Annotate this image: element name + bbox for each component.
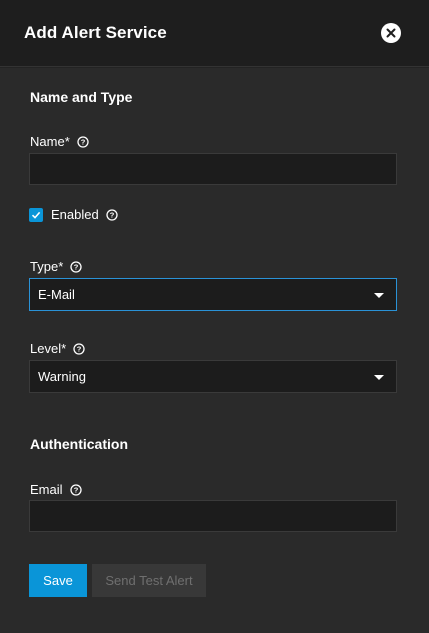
dialog-title: Add Alert Service xyxy=(24,23,167,42)
name-input[interactable] xyxy=(29,153,397,185)
type-label-text: Type xyxy=(30,259,59,274)
svg-text:?: ? xyxy=(73,485,78,494)
chevron-down-icon xyxy=(374,293,384,298)
type-help-icon[interactable]: ? xyxy=(70,260,82,273)
enabled-label: Enabled xyxy=(51,207,99,222)
email-help-icon[interactable]: ? xyxy=(69,483,82,496)
save-button[interactable]: Save xyxy=(29,564,87,597)
type-select-value: E-Mail xyxy=(38,287,75,302)
enabled-checkbox[interactable] xyxy=(29,207,43,222)
level-required-mark: * xyxy=(61,341,67,356)
svg-text:?: ? xyxy=(74,262,79,271)
type-select[interactable]: E-Mail xyxy=(29,278,397,311)
type-label: Type * ? xyxy=(30,259,82,274)
chevron-down-icon xyxy=(374,375,384,380)
section-title-authentication: Authentication xyxy=(30,436,128,452)
section-title-name-and-type: Name and Type xyxy=(30,89,133,105)
svg-text:?: ? xyxy=(80,137,85,146)
name-label-text: Name xyxy=(30,134,65,149)
checkmark-icon xyxy=(31,211,41,219)
name-help-icon[interactable]: ? xyxy=(77,135,89,148)
enabled-checkbox-row[interactable]: Enabled ? xyxy=(29,207,118,222)
email-label: Email ? xyxy=(30,482,82,497)
email-input[interactable] xyxy=(29,500,397,532)
name-required-mark: * xyxy=(64,134,70,149)
type-required-mark: * xyxy=(58,259,64,274)
level-select-value: Warning xyxy=(38,369,86,384)
level-label: Level * ? xyxy=(30,341,85,356)
dialog-header: Add Alert Service xyxy=(0,0,429,67)
level-select[interactable]: Warning xyxy=(29,360,397,393)
email-label-text: Email xyxy=(30,482,63,497)
svg-text:?: ? xyxy=(77,344,82,353)
level-label-text: Level xyxy=(30,341,62,356)
close-button[interactable] xyxy=(381,23,401,43)
level-help-icon[interactable]: ? xyxy=(73,342,85,355)
svg-text:?: ? xyxy=(109,210,114,219)
close-icon xyxy=(386,28,396,38)
enabled-help-icon[interactable]: ? xyxy=(106,208,118,221)
send-test-alert-button[interactable]: Send Test Alert xyxy=(92,564,206,597)
name-label: Name * ? xyxy=(30,134,89,149)
